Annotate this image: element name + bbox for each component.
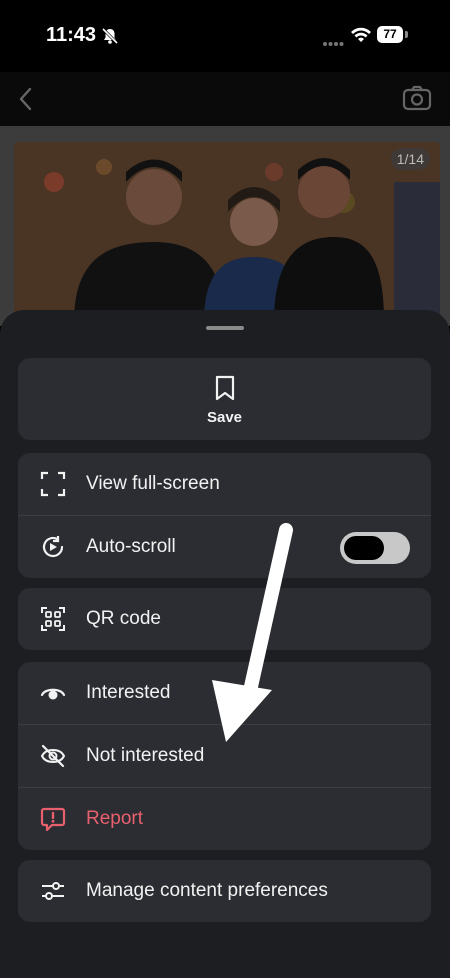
eye-off-icon <box>40 743 66 769</box>
view-full-screen-item[interactable]: View full-screen <box>18 453 431 516</box>
options-bottom-sheet: Save View full-screen Auto-scroll QR cod… <box>0 310 450 978</box>
not-interested-label: Not interested <box>86 745 205 766</box>
status-bar: 11:43 77 <box>0 0 450 72</box>
manage-content-preferences-label: Manage content preferences <box>86 880 328 901</box>
toggle-knob <box>344 536 384 560</box>
interested-label: Interested <box>86 682 171 703</box>
back-chevron-icon[interactable] <box>16 86 36 117</box>
full-screen-icon <box>40 471 66 497</box>
manage-content-preferences-row[interactable]: Manage content preferences <box>18 860 431 922</box>
view-full-screen-label: View full-screen <box>86 473 220 494</box>
sheet-drag-handle[interactable] <box>206 326 244 330</box>
cellular-signal-icon <box>322 34 344 52</box>
battery-level: 77 <box>377 26 403 43</box>
auto-scroll-icon <box>40 534 66 560</box>
post-photo: 1/14 <box>14 142 440 322</box>
save-button[interactable]: Save <box>18 358 431 440</box>
auto-scroll-label: Auto-scroll <box>86 536 176 557</box>
feedback-options-group: Interested Not interested Report <box>18 662 431 850</box>
top-app-bar <box>0 72 450 126</box>
photo-counter: 1/14 <box>390 148 430 170</box>
not-interested-item[interactable]: Not interested <box>18 725 431 788</box>
report-icon <box>40 806 66 832</box>
qr-code-label: QR code <box>86 608 161 629</box>
report-item[interactable]: Report <box>18 788 431 850</box>
save-label: Save <box>206 409 243 426</box>
wifi-icon <box>350 26 372 48</box>
photo-image <box>14 142 440 322</box>
view-options-group: View full-screen Auto-scroll <box>18 453 431 578</box>
interested-item[interactable]: Interested <box>18 662 431 725</box>
auto-scroll-item[interactable]: Auto-scroll <box>18 516 431 578</box>
qr-code-icon <box>40 606 66 632</box>
auto-scroll-toggle[interactable] <box>340 532 410 564</box>
report-label: Report <box>86 808 144 829</box>
camera-icon[interactable] <box>402 84 432 117</box>
manage-content-preferences-item[interactable]: Manage content preferences <box>18 860 431 922</box>
battery-icon <box>405 31 408 38</box>
silent-bell-icon <box>101 27 119 50</box>
bookmark-icon <box>214 375 236 406</box>
qr-code-row[interactable]: QR code <box>18 588 431 650</box>
sliders-icon <box>40 878 66 904</box>
eye-icon <box>40 680 66 706</box>
qr-code-item[interactable]: QR code <box>18 588 431 650</box>
status-time: 11:43 <box>46 24 97 46</box>
